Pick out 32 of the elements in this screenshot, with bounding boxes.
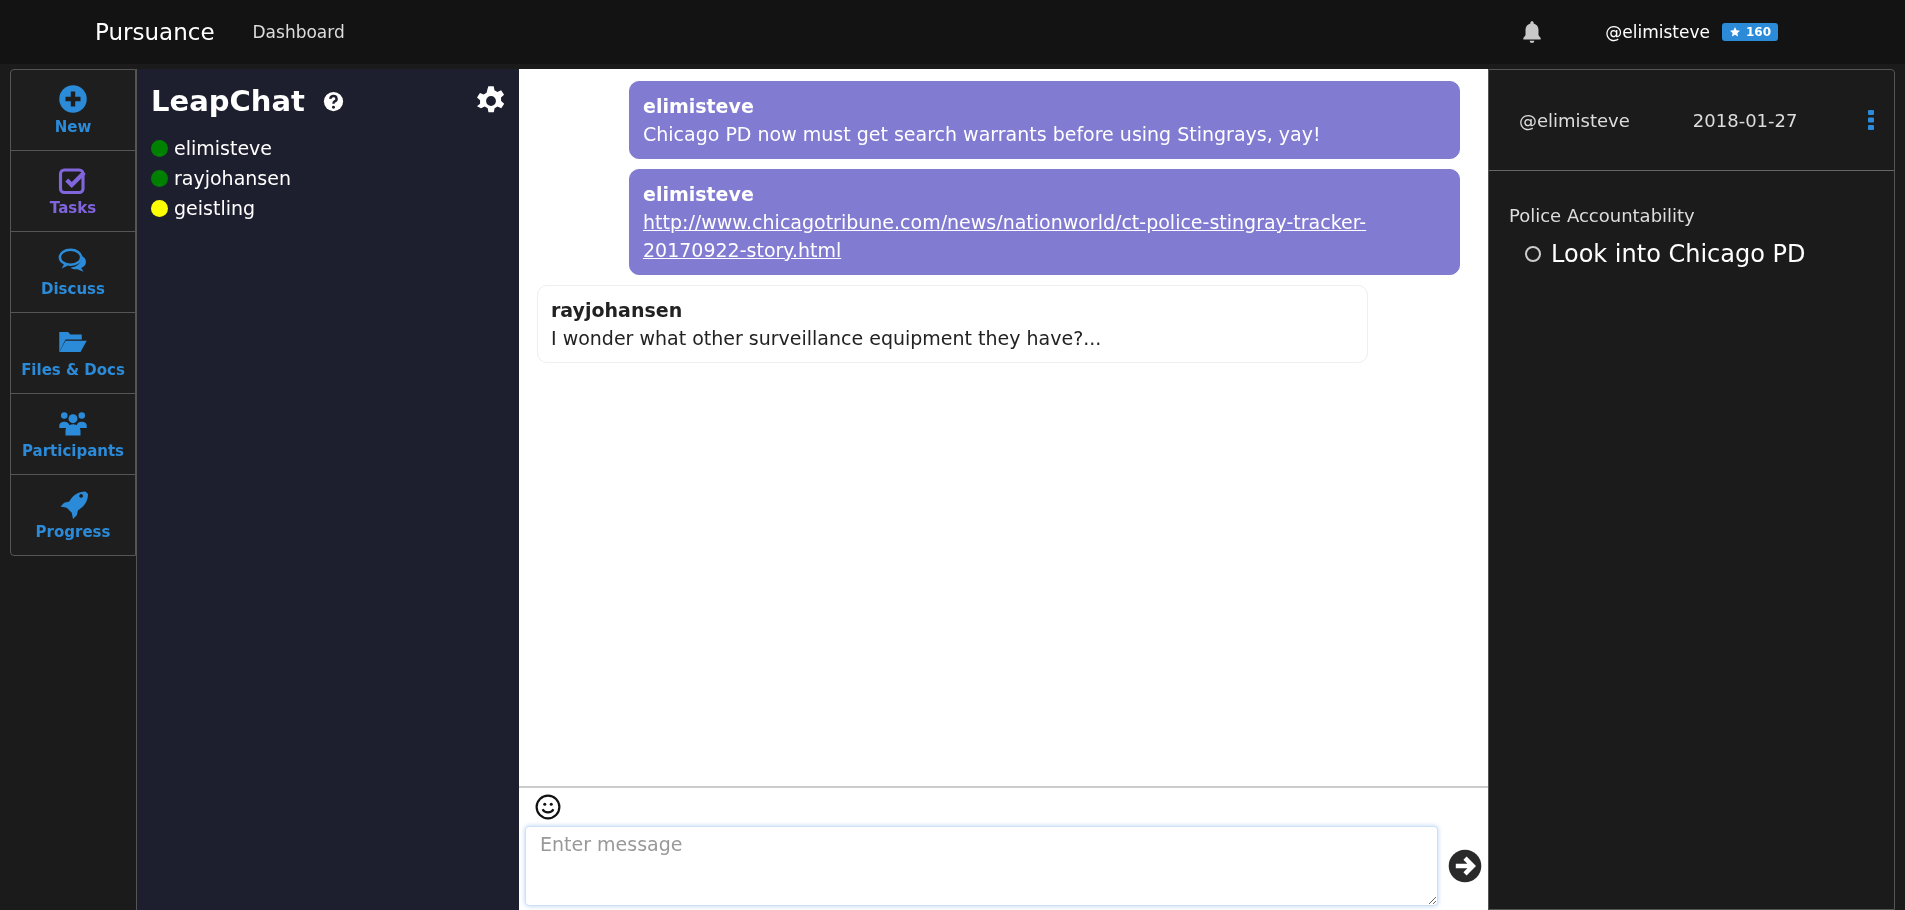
message-link[interactable]: http://www.chicagotribune.com/news/nationworld/ct-police-stingray-tracker-20170922-story.html [643, 208, 1446, 264]
task-assignee: @elimisteve [1519, 109, 1630, 131]
rocket-icon [58, 489, 88, 519]
plus-circle-icon [58, 84, 88, 114]
chat-title: LeapChat [151, 84, 305, 118]
user-name[interactable]: geistling [174, 197, 256, 219]
user-name[interactable]: elimisteve [174, 137, 272, 159]
message-input[interactable]: Enter message [525, 826, 1438, 906]
username[interactable]: @elimisteve [1605, 22, 1710, 42]
help-icon[interactable] [322, 90, 344, 112]
message-author: rayjohansen [551, 298, 684, 323]
score-badge: 160 [1721, 23, 1778, 41]
message-text: Chicago PD now must get search warrants before using Stingrays, yay! [643, 122, 1322, 147]
message-author: elimisteve [643, 94, 755, 119]
brand-name[interactable]: Pursuance [95, 19, 215, 45]
sidebar-item[interactable]: New [11, 70, 135, 151]
sidebar-item[interactable]: Discuss [11, 232, 135, 313]
message-text: I wonder what other surveillance equipment they have?... [551, 326, 1103, 351]
sidebar-item[interactable]: Participants [11, 394, 135, 475]
nav-link[interactable]: Dashboard [252, 22, 345, 42]
sidebar-item[interactable]: Files & Docs [11, 313, 135, 394]
user-name[interactable]: rayjohansen [174, 167, 291, 189]
smiley-icon[interactable] [535, 794, 561, 820]
more-options-icon[interactable] [1868, 110, 1874, 130]
message-author: elimisteve [643, 182, 755, 207]
task-title[interactable]: Look into Chicago PD [1551, 240, 1806, 268]
task-category: Police Accountability [1509, 205, 1696, 226]
task-status-circle[interactable] [1525, 246, 1541, 262]
checkbox-icon [58, 165, 88, 195]
task-date: 2018-01-27 [1692, 109, 1799, 131]
sidebar-item[interactable]: Progress [11, 475, 135, 555]
sidebar-item[interactable]: Tasks [11, 151, 135, 232]
